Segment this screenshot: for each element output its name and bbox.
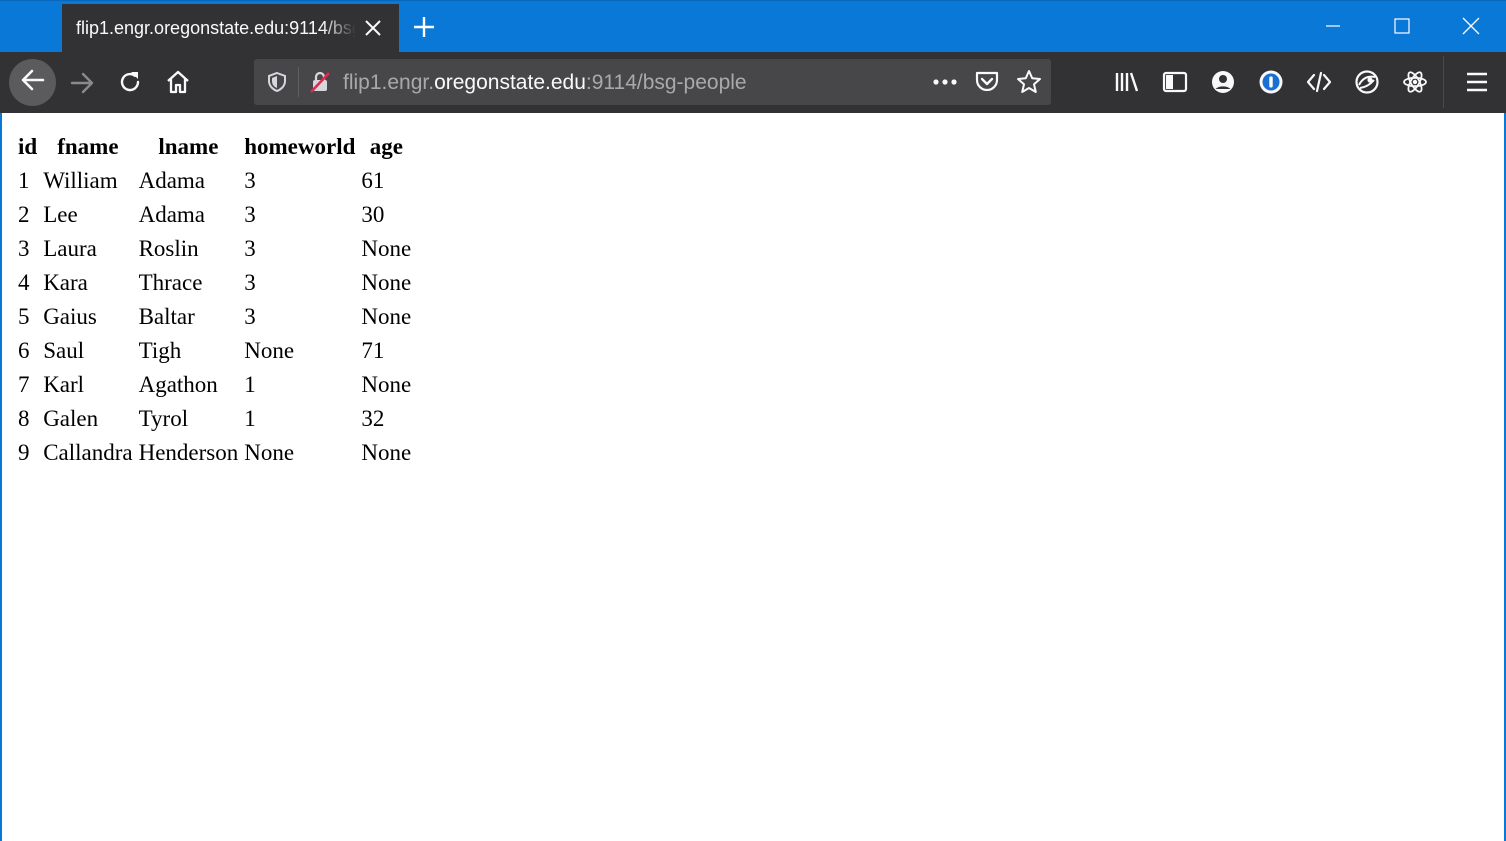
table-header-row: id fname lname homeworld age — [16, 131, 413, 163]
table-row: 9 Callandra Henderson None None — [16, 437, 413, 469]
cell-id: 1 — [18, 168, 30, 193]
close-window-icon[interactable] — [1448, 0, 1494, 52]
cell-age: None — [361, 270, 412, 295]
cell-age: None — [361, 372, 412, 397]
url-bar[interactable]: flip1.engr.oregonstate.edu:9114/bsg-peop… — [254, 59, 1051, 105]
shield-icon[interactable] — [266, 71, 288, 98]
cell-homeworld: 3 — [244, 304, 256, 329]
cell-id: 4 — [18, 270, 30, 295]
back-arrow-icon — [20, 67, 46, 98]
cell-fname: Gaius — [43, 304, 97, 329]
cell-fname: Saul — [43, 338, 85, 363]
account-icon[interactable] — [1210, 69, 1236, 100]
tab-active[interactable]: flip1.engr.oregonstate.edu:9114/bsg-peop… — [62, 4, 399, 52]
cell-age: 30 — [361, 202, 385, 227]
navigation-toolbar: flip1.engr.oregonstate.edu:9114/bsg-peop… — [0, 52, 1506, 113]
cell-homeworld: 3 — [244, 236, 256, 261]
cell-fname: William — [43, 168, 118, 193]
cell-age: 61 — [361, 168, 385, 193]
url-text[interactable]: flip1.engr.oregonstate.edu:9114/bsg-peop… — [343, 71, 747, 95]
cell-lname: Tigh — [138, 338, 182, 363]
pocket-icon[interactable] — [974, 70, 1000, 99]
cell-homeworld: None — [244, 440, 295, 465]
cell-id: 3 — [18, 236, 30, 261]
table-row: 8 Galen Tyrol 1 32 — [16, 403, 413, 435]
column-header-lname: lname — [158, 134, 219, 159]
table-row: 4 Kara Thrace 3 None — [16, 267, 413, 299]
title-bar: flip1.engr.oregonstate.edu:9114/bsg-peop… — [0, 0, 1506, 52]
table-row: 5 Gaius Baltar 3 None — [16, 301, 413, 333]
cell-homeworld: 3 — [244, 270, 256, 295]
tab-title: flip1.engr.oregonstate.edu:9114/bsg-peop… — [76, 18, 356, 38]
table-row: 6 Saul Tigh None 71 — [16, 335, 413, 367]
url-prefix: flip1.engr. — [343, 71, 435, 94]
column-header-age: age — [369, 134, 403, 159]
forward-arrow-icon[interactable] — [69, 70, 95, 101]
cell-age: None — [361, 440, 412, 465]
column-header-id: id — [18, 134, 38, 159]
cell-homeworld: None — [244, 338, 295, 363]
cell-homeworld: 3 — [244, 168, 256, 193]
column-header-homeworld: homeworld — [244, 134, 356, 159]
close-icon[interactable] — [364, 19, 382, 42]
cell-homeworld: 1 — [244, 406, 256, 431]
cell-lname: Adama — [138, 168, 206, 193]
minimize-icon[interactable] — [1310, 0, 1356, 52]
cell-lname: Tyrol — [138, 406, 189, 431]
insecure-lock-icon[interactable] — [308, 70, 332, 99]
cell-lname: Henderson — [138, 440, 239, 465]
more-dots-icon[interactable] — [932, 71, 958, 98]
cell-fname: Galen — [43, 406, 99, 431]
window-border-left — [0, 113, 2, 841]
cell-age: 32 — [361, 406, 385, 431]
back-button[interactable] — [9, 59, 56, 106]
table-row: 7 Karl Agathon 1 None — [16, 369, 413, 401]
toolbar-separator — [1443, 56, 1444, 108]
title-bar-edge — [0, 0, 1506, 1]
cell-age: None — [361, 304, 412, 329]
cell-fname: Laura — [43, 236, 97, 261]
url-bar-separator — [298, 67, 299, 97]
password-manager-icon[interactable] — [1258, 69, 1284, 100]
sidebar-icon[interactable] — [1162, 70, 1188, 99]
extension-icon[interactable] — [1354, 69, 1380, 100]
column-header-fname: fname — [57, 134, 119, 159]
table-row: 3 Laura Roslin 3 None — [16, 233, 413, 265]
cell-id: 7 — [18, 372, 30, 397]
table-row: 2 Lee Adama 3 30 — [16, 199, 413, 231]
cell-lname: Baltar — [138, 304, 195, 329]
cell-lname: Adama — [138, 202, 206, 227]
reload-icon[interactable] — [117, 69, 143, 100]
maximize-icon[interactable] — [1379, 0, 1425, 52]
url-domain: oregonstate.edu — [434, 71, 586, 94]
cell-lname: Agathon — [138, 372, 218, 397]
page-content: id fname lname homeworld age 1 William A… — [0, 113, 1506, 841]
react-icon[interactable] — [1402, 69, 1428, 100]
library-icon[interactable] — [1114, 70, 1140, 99]
cell-homeworld: 3 — [244, 202, 256, 227]
plus-icon[interactable] — [412, 15, 436, 44]
home-icon[interactable] — [165, 69, 191, 100]
cell-id: 8 — [18, 406, 30, 431]
cell-age: None — [361, 236, 412, 261]
cell-lname: Roslin — [138, 236, 199, 261]
cell-id: 6 — [18, 338, 30, 363]
cell-id: 2 — [18, 202, 30, 227]
devtools-icon[interactable] — [1306, 69, 1332, 100]
hamburger-menu-icon[interactable] — [1465, 71, 1489, 98]
cell-fname: Karl — [43, 372, 85, 397]
table-row: 1 William Adama 3 61 — [16, 165, 413, 197]
cell-lname: Thrace — [138, 270, 203, 295]
people-table: id fname lname homeworld age 1 William A… — [14, 129, 415, 471]
cell-id: 5 — [18, 304, 30, 329]
url-path: :9114/bsg-people — [585, 71, 747, 94]
cell-fname: Callandra — [43, 440, 133, 465]
star-icon[interactable] — [1016, 69, 1042, 100]
cell-id: 9 — [18, 440, 30, 465]
cell-fname: Kara — [43, 270, 88, 295]
cell-homeworld: 1 — [244, 372, 256, 397]
cell-age: 71 — [361, 338, 385, 363]
cell-fname: Lee — [43, 202, 78, 227]
